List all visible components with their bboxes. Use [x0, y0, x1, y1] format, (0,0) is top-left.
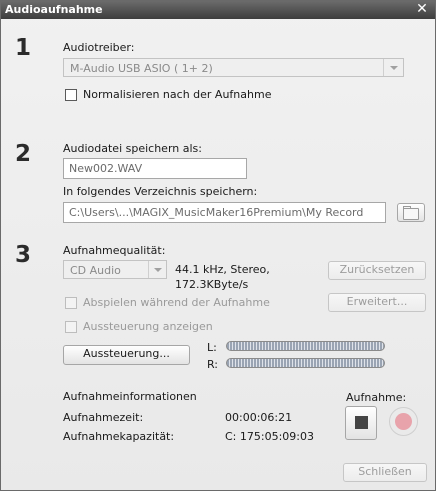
advanced-button[interactable]: Erweitert...	[328, 293, 426, 312]
recording-capacity-label: Aufnahmekapazität:	[63, 430, 175, 443]
record-button[interactable]	[388, 406, 421, 439]
chevron-down-icon	[153, 267, 162, 272]
close-icon[interactable]: ✕	[415, 1, 429, 17]
record-icon	[395, 413, 412, 430]
meter-right-label: R:	[207, 358, 219, 371]
recording-info-heading: Aufnahmeinformationen	[63, 390, 197, 403]
level-meter-left	[226, 341, 385, 351]
play-during-recording-checkbox[interactable]	[65, 297, 77, 309]
quality-label: Aufnahmequalität:	[63, 244, 166, 257]
step-number-2: 2	[15, 141, 32, 167]
stop-button[interactable]	[345, 406, 377, 440]
folder-icon	[403, 208, 419, 220]
record-controls-label: Aufnahme:	[346, 391, 407, 404]
reset-button[interactable]: Zurücksetzen	[328, 261, 426, 280]
quality-value: CD Audio	[70, 264, 121, 277]
filename-label: Audiodatei speichern als:	[63, 142, 202, 155]
normalize-checkbox[interactable]	[65, 89, 77, 101]
title-bar[interactable]: Audioaufnahme ✕	[1, 1, 435, 19]
audio-driver-value: M-Audio USB ASIO ( 1+ 2)	[70, 62, 213, 75]
audio-driver-select[interactable]: M-Audio USB ASIO ( 1+ 2)	[63, 58, 404, 77]
chevron-down-icon	[389, 65, 398, 70]
quality-info-line2: 172.3KByte/s	[175, 278, 249, 291]
folder-label: In folgendes Verzeichnis speichern:	[63, 185, 258, 198]
level-meter-right	[226, 358, 385, 368]
recording-time-value: 00:00:06:21	[225, 411, 293, 424]
filename-input[interactable]: New002.WAV	[63, 158, 247, 179]
quality-select[interactable]: CD Audio	[63, 260, 167, 279]
browse-folder-button[interactable]	[397, 203, 425, 222]
recording-time-label: Aufnahmezeit:	[63, 411, 144, 424]
show-level-checkbox[interactable]	[65, 321, 77, 333]
normalize-label: Normalisieren nach der Aufnahme	[83, 88, 272, 101]
step-number-3: 3	[15, 242, 32, 268]
quality-info-line1: 44.1 kHz, Stereo,	[175, 263, 270, 276]
stop-icon	[355, 416, 368, 429]
meter-left-label: L:	[207, 341, 217, 354]
window-title: Audioaufnahme	[5, 3, 103, 16]
close-button[interactable]: Schließen	[343, 463, 427, 482]
show-level-label: Aussteuerung anzeigen	[83, 320, 213, 333]
level-settings-button[interactable]: Aussteuerung...	[63, 345, 190, 365]
audio-recording-dialog: Audioaufnahme ✕ 1 Audiotreiber: M-Audio …	[0, 0, 436, 491]
step-number-1: 1	[15, 35, 32, 61]
audio-driver-label: Audiotreiber:	[63, 41, 135, 54]
recording-capacity-value: C: 175:05:09:03	[225, 430, 314, 443]
play-during-recording-label: Abspielen während der Aufnahme	[83, 296, 270, 309]
folder-path-input[interactable]: C:\Users\...\MAGIX_MusicMaker16Premium\M…	[63, 202, 386, 223]
